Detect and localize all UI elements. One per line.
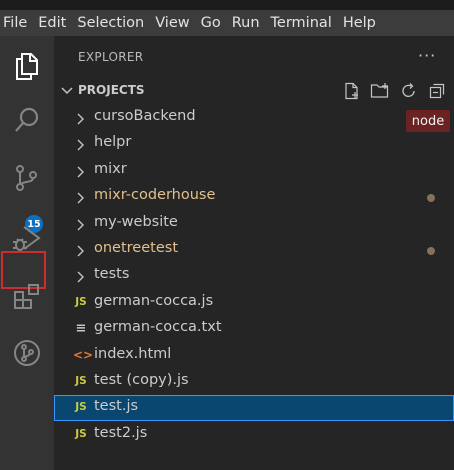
- entry-label: cursoBackend: [94, 108, 196, 124]
- section-title: PROJECTS: [78, 83, 145, 97]
- entry-label: test (copy).js: [94, 372, 189, 388]
- refresh-icon[interactable]: [400, 82, 418, 100]
- explorer-icon[interactable]: [0, 44, 54, 88]
- extensions-icon[interactable]: [0, 274, 54, 318]
- more-actions-button[interactable]: ···: [418, 46, 436, 65]
- chevron-right-icon: [77, 271, 84, 283]
- folder-item[interactable]: mixr: [54, 158, 454, 184]
- chevron-right-icon: [77, 219, 84, 231]
- file-item[interactable]: JS test.js: [54, 395, 454, 422]
- explorer-title: EXPLORER: [78, 50, 144, 64]
- file-item[interactable]: JS german-cocca.js: [54, 290, 454, 316]
- file-item[interactable]: JS test2.js: [54, 422, 454, 448]
- entry-label: german-cocca.js: [94, 292, 214, 309]
- text-file-icon: ≡: [75, 321, 87, 337]
- collapse-all-icon[interactable]: [428, 82, 446, 100]
- menu-view[interactable]: View: [155, 15, 189, 31]
- entry-label: test2.js: [94, 424, 148, 441]
- menu-selection[interactable]: Selection: [77, 15, 144, 31]
- chevron-down-icon: [61, 87, 73, 95]
- new-file-icon[interactable]: [343, 82, 361, 100]
- source-control-icon[interactable]: [0, 156, 54, 200]
- entry-label: index.html: [94, 345, 172, 362]
- html-file-icon: <>: [73, 347, 94, 362]
- menu-file[interactable]: File: [3, 15, 27, 31]
- modified-indicator: [427, 194, 435, 203]
- file-item[interactable]: JS test (copy).js: [54, 369, 454, 395]
- modified-indicator: [427, 247, 435, 255]
- folder-item[interactable]: onetreetest: [54, 237, 454, 263]
- explorer-sidebar: EXPLORER ··· PROJECTS node cursoBackend h…: [54, 36, 454, 470]
- menu-terminal[interactable]: Terminal: [271, 15, 332, 31]
- git-graph-icon[interactable]: [0, 331, 54, 375]
- file-item[interactable]: ≡ german-cocca.txt: [54, 316, 454, 342]
- folder-item[interactable]: cursoBackend: [54, 105, 454, 131]
- menu-bar: File Edit Selection View Go Run Terminal…: [0, 10, 454, 36]
- chevron-right-icon: [77, 113, 84, 125]
- folder-item[interactable]: tests: [54, 263, 454, 289]
- entry-label: mixr-coderhouse: [94, 187, 216, 204]
- menu-go[interactable]: Go: [201, 15, 221, 31]
- js-file-icon: JS: [75, 375, 87, 387]
- chevron-right-icon: [77, 192, 84, 204]
- js-file-icon: JS: [75, 401, 87, 414]
- folder-item[interactable]: mixr-coderhouse: [54, 184, 454, 210]
- entry-label: german-cocca.txt: [94, 319, 222, 336]
- folder-item[interactable]: my-website: [54, 211, 454, 237]
- entry-label: my-website: [94, 213, 178, 230]
- entry-label: helpr: [94, 134, 132, 151]
- chevron-right-icon: [77, 166, 84, 178]
- entry-label: test.js: [94, 398, 139, 415]
- file-item[interactable]: <> index.html: [54, 343, 454, 369]
- search-icon[interactable]: [0, 98, 54, 142]
- entry-label: onetreetest: [94, 240, 178, 256]
- chevron-right-icon: [77, 245, 84, 257]
- js-file-icon: JS: [75, 427, 87, 440]
- new-folder-icon[interactable]: [370, 82, 390, 100]
- activity-bar: 15: [0, 36, 54, 470]
- menu-edit[interactable]: Edit: [38, 15, 66, 31]
- menu-help[interactable]: Help: [343, 15, 376, 31]
- projects-section-header[interactable]: PROJECTS: [54, 80, 454, 102]
- window-top-strip: [0, 0, 454, 10]
- entry-label: mixr: [94, 160, 127, 177]
- menu-run[interactable]: Run: [232, 15, 260, 31]
- chevron-right-icon: [77, 139, 84, 151]
- js-file-icon: JS: [75, 295, 87, 308]
- folder-item[interactable]: helpr: [54, 131, 454, 157]
- entry-label: tests: [94, 266, 130, 283]
